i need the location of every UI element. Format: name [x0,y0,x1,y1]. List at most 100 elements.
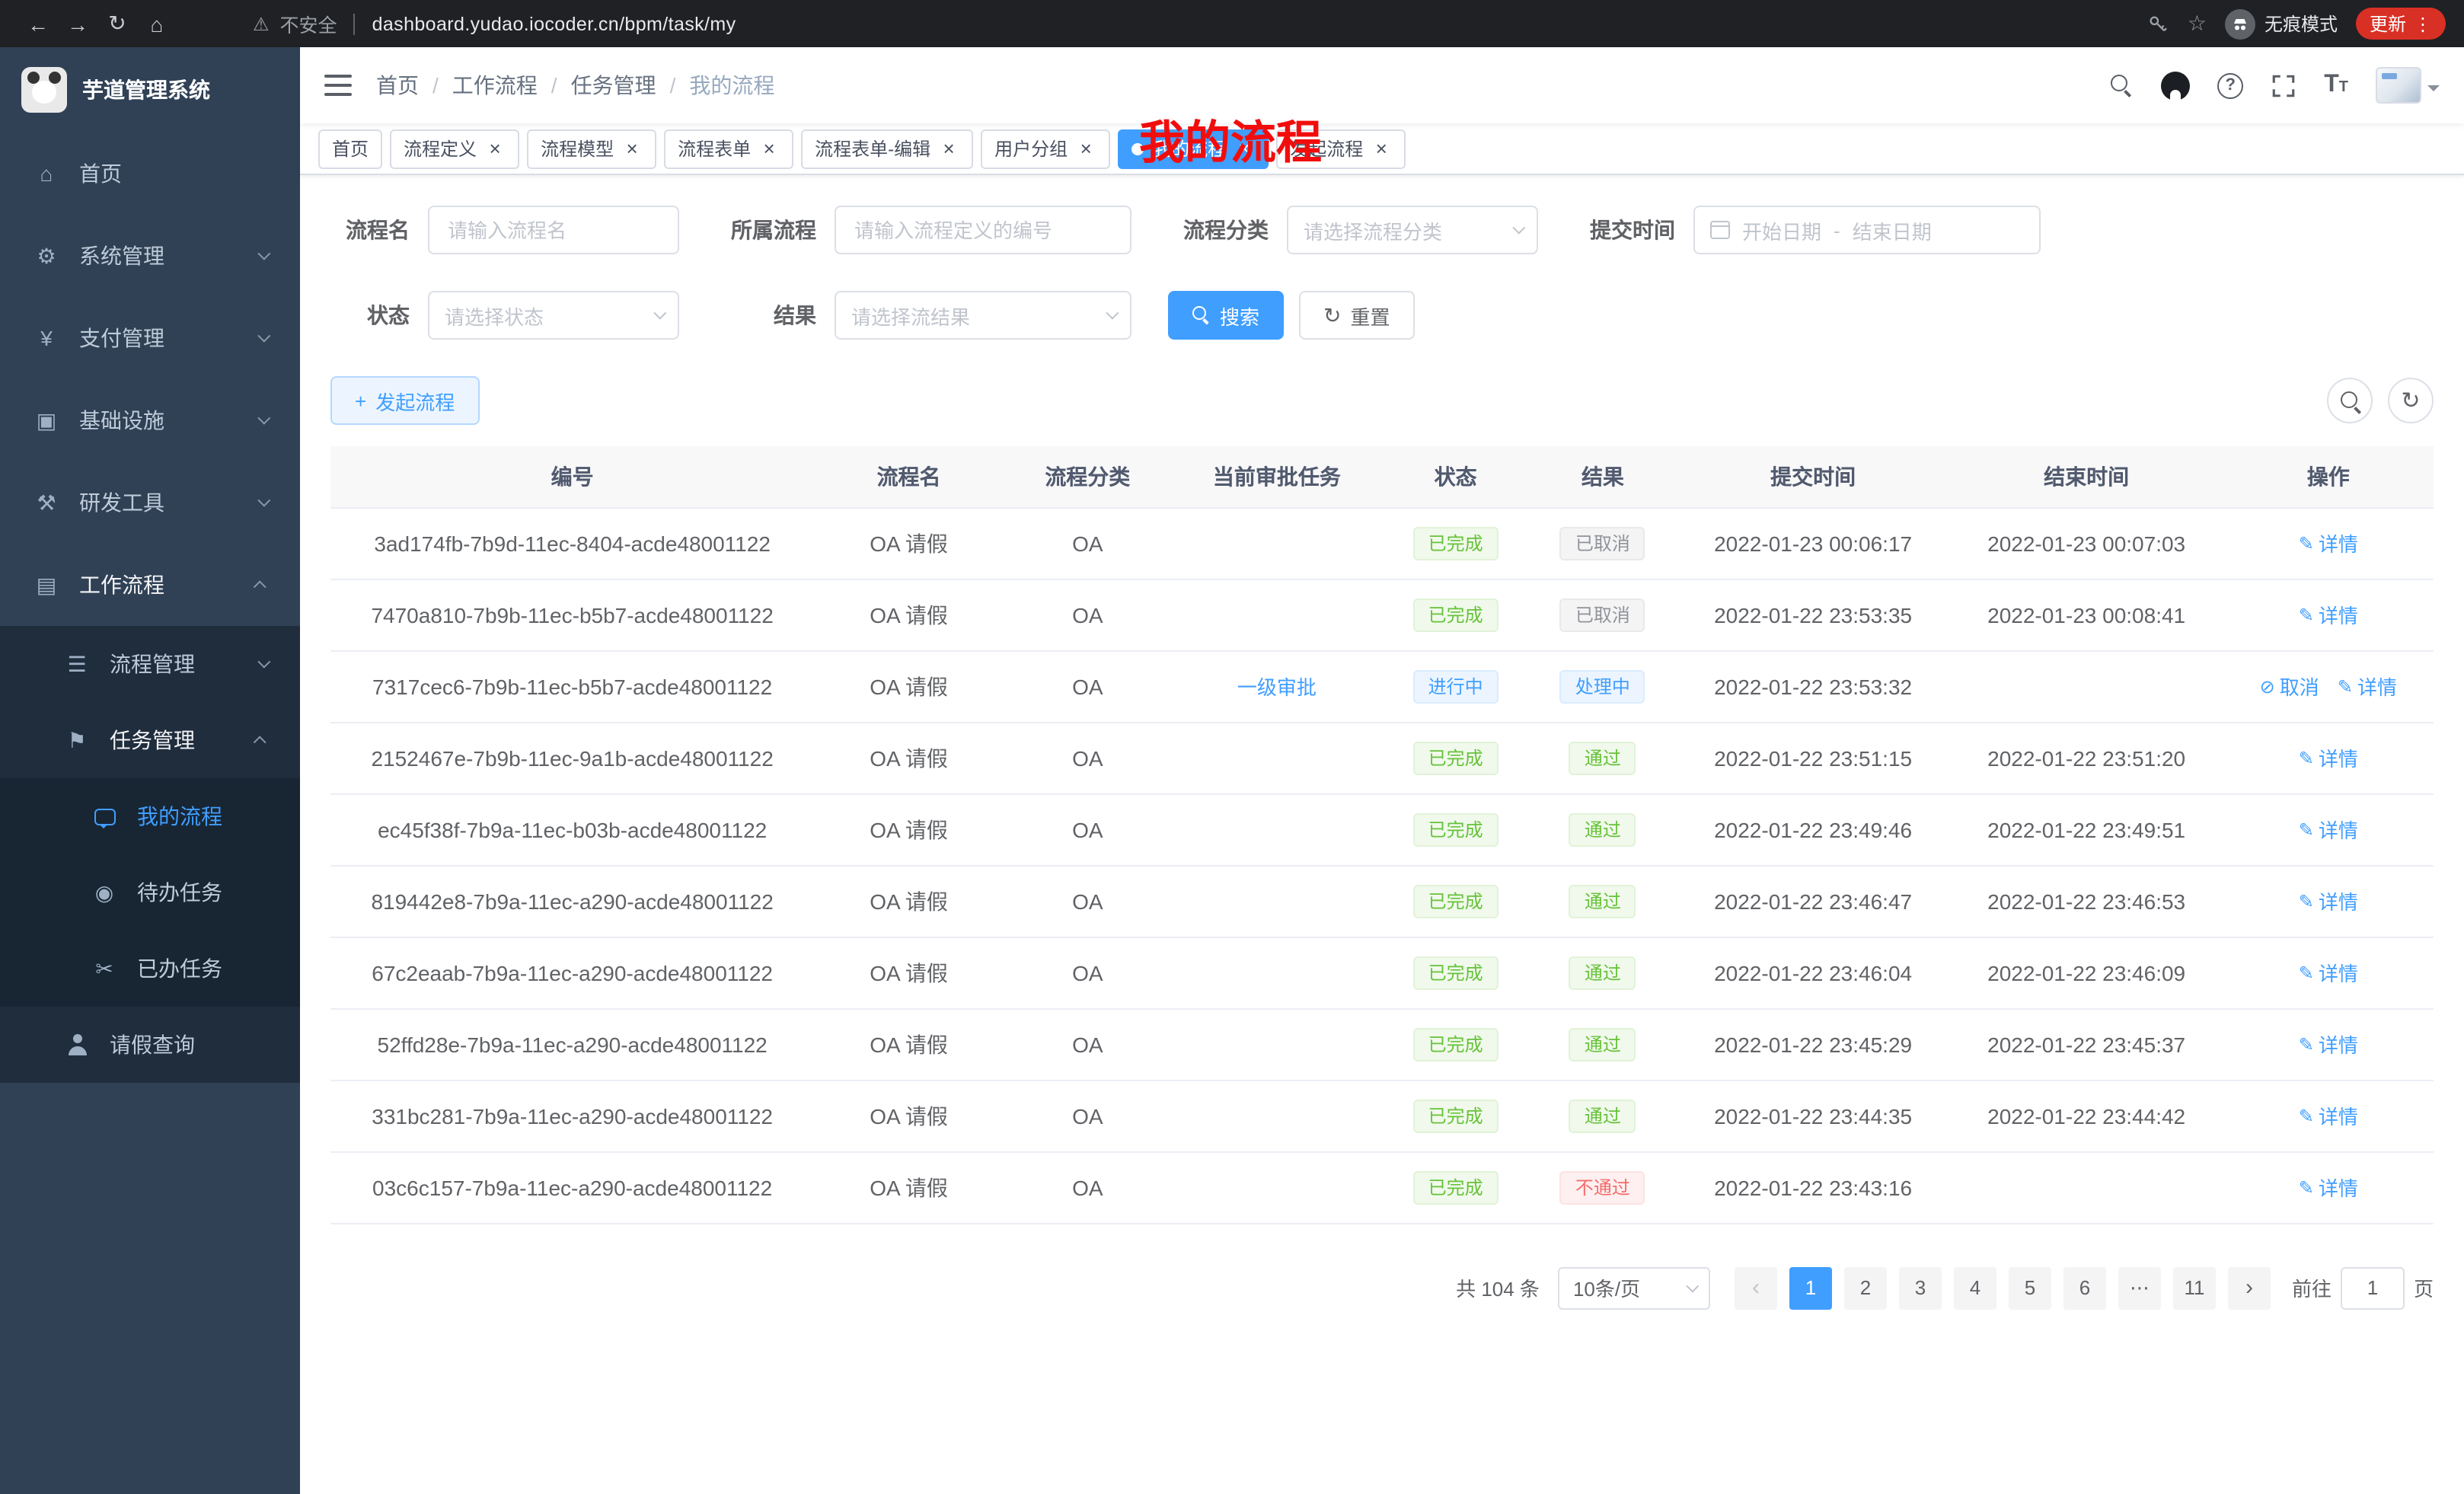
home-button[interactable]: ⌂ [137,11,177,36]
page-jump-input[interactable] [2341,1266,2405,1309]
address-bar[interactable]: ⚠ 不安全 dashboard.yudao.iocoder.cn/bpm/tas… [253,9,2148,38]
detail-link[interactable]: ✎详情 [2299,600,2358,629]
tab-发起流程[interactable]: 发起流程× [1276,129,1406,168]
sidebar-item-workflow[interactable]: ▤工作流程 [0,544,300,626]
cell-current-task [1172,1008,1382,1080]
back-button[interactable]: ← [18,11,58,36]
close-icon[interactable]: × [621,138,643,159]
sidebar-item-process-mgmt[interactable]: ☰流程管理 [0,626,300,702]
close-icon[interactable]: × [1371,138,1392,159]
close-icon[interactable]: × [1234,138,1255,159]
sidebar-item-devtools[interactable]: ⚒研发工具 [0,461,300,544]
page-size-select[interactable]: 10条/页 [1558,1266,1710,1309]
result-select[interactable]: 请选择流结果 [835,291,1131,340]
key-icon[interactable] [2148,13,2169,34]
breadcrumb-item: 我的流程 [689,70,774,101]
incognito-badge[interactable]: 无痕模式 [2225,8,2338,39]
pagination-more[interactable]: ⋯ [2118,1266,2161,1309]
font-size-icon[interactable]: TT [2324,73,2348,97]
sidebar-item-task-mgmt[interactable]: ⚑任务管理 [0,702,300,778]
detail-link[interactable]: ✎详情 [2299,743,2358,772]
date-range-picker[interactable]: 开始日期 - 结束日期 [1693,206,2041,254]
range-separator: - [1834,219,1840,241]
cell-category: OA [1004,1080,1172,1151]
browser-menu-icon[interactable]: ⋮ [2414,13,2432,34]
tab-我的流程[interactable]: 我的流程 × [1118,129,1269,168]
screen: ← → ↻ ⌂ ⚠ 不安全 dashboard.yudao.iocoder.cn… [0,0,2464,1494]
forward-button[interactable]: → [58,11,97,36]
sidebar-item-leave-query[interactable]: 请假查询 [0,1007,300,1083]
detail-link[interactable]: ✎详情 [2338,672,2397,701]
tab-流程模型[interactable]: 流程模型× [527,129,656,168]
tab-label: 流程定义 [404,136,477,161]
close-icon[interactable]: × [484,138,506,159]
search-icon [1192,306,1211,324]
cell-current-task [1172,507,1382,579]
fullscreen-icon[interactable] [2271,72,2296,98]
breadcrumb-item[interactable]: 首页 [376,70,419,101]
close-icon[interactable]: × [758,138,780,159]
edit-icon: ✎ [2299,532,2314,554]
reset-button[interactable]: ↻ 重置 [1299,291,1415,340]
cancel-link[interactable]: ⊘取消 [2260,672,2319,701]
page-jump: 前往 页 [2292,1266,2434,1309]
tab-用户分组[interactable]: 用户分组× [981,129,1110,168]
page-5[interactable]: 5 [2009,1266,2051,1309]
detail-link[interactable]: ✎详情 [2299,528,2358,557]
user-menu[interactable] [2376,67,2440,104]
sidebar-item-payment[interactable]: ¥支付管理 [0,297,300,379]
detail-link[interactable]: ✎详情 [2299,1030,2358,1058]
tab-首页[interactable]: 首页 [318,129,382,168]
page-11[interactable]: 11 [2173,1266,2216,1309]
sidebar-item-home[interactable]: ⌂首页 [0,132,300,215]
page-1[interactable]: 1 [1789,1266,1832,1309]
sidebar-item-infrastructure[interactable]: ▣基础设施 [0,379,300,461]
page-2[interactable]: 2 [1844,1266,1887,1309]
next-page-button[interactable]: › [2228,1266,2271,1309]
page-6[interactable]: 6 [2063,1266,2106,1309]
breadcrumb-item[interactable]: 任务管理 [571,70,656,101]
close-icon[interactable]: × [938,138,959,159]
tab-流程表单-编辑[interactable]: 流程表单-编辑× [801,129,973,168]
sidebar-toggle[interactable] [324,75,352,96]
process-name-input[interactable] [428,206,679,254]
detail-link[interactable]: ✎详情 [2299,815,2358,844]
refresh-button[interactable]: ↻ [2388,378,2434,423]
sidebar-item-my-process[interactable]: 我的流程 [0,778,300,854]
current-task-link[interactable]: 一级审批 [1237,676,1317,699]
search-toggle-button[interactable] [2327,378,2373,423]
update-button[interactable]: 更新 ⋮ [2356,8,2446,40]
sidebar-item-todo-tasks[interactable]: ◉待办任务 [0,854,300,931]
status-tag: 已完成 [1413,1099,1499,1132]
detail-link[interactable]: ✎详情 [2299,958,2358,987]
detail-link[interactable]: ✎详情 [2299,1101,2358,1130]
process-definition-input[interactable] [835,206,1131,254]
page-3[interactable]: 3 [1899,1266,1942,1309]
tab-流程定义[interactable]: 流程定义 × [390,129,519,168]
tab-流程表单[interactable]: 流程表单 × [664,129,793,168]
sidebar-item-done-tasks[interactable]: ✂已办任务 [0,931,300,1007]
category-select[interactable]: 请选择流程分类 [1287,206,1538,254]
tab-label: 流程表单 [678,136,751,161]
reload-button[interactable]: ↻ [97,11,137,37]
status-select[interactable]: 请选择状态 [428,291,679,340]
status-tag: 已完成 [1413,1170,1499,1204]
bookmark-star-icon[interactable]: ☆ [2188,11,2207,37]
breadcrumb-item[interactable]: 工作流程 [452,70,538,101]
help-icon[interactable]: ? [2217,72,2243,98]
create-process-button[interactable]: + 发起流程 [330,376,479,425]
logo[interactable]: 芋道管理系统 [0,47,300,132]
search-button[interactable]: 搜索 [1168,291,1284,340]
prev-page-button[interactable]: ‹ [1735,1266,1777,1309]
detail-link[interactable]: ✎详情 [2299,886,2358,915]
detail-link[interactable]: ✎详情 [2299,1173,2358,1202]
filter-label: 提交时间 [1575,215,1675,245]
cell-submit-time: 2022-01-22 23:44:35 [1677,1080,1950,1151]
cell-actions: ✎详情 [2223,937,2434,1008]
sidebar-item-system[interactable]: ⚙系统管理 [0,215,300,297]
close-icon[interactable]: × [1075,138,1096,159]
search-icon[interactable] [2111,74,2134,97]
github-icon[interactable] [2161,71,2190,100]
tab-label: 我的流程 [1153,136,1226,161]
page-4[interactable]: 4 [1954,1266,1996,1309]
